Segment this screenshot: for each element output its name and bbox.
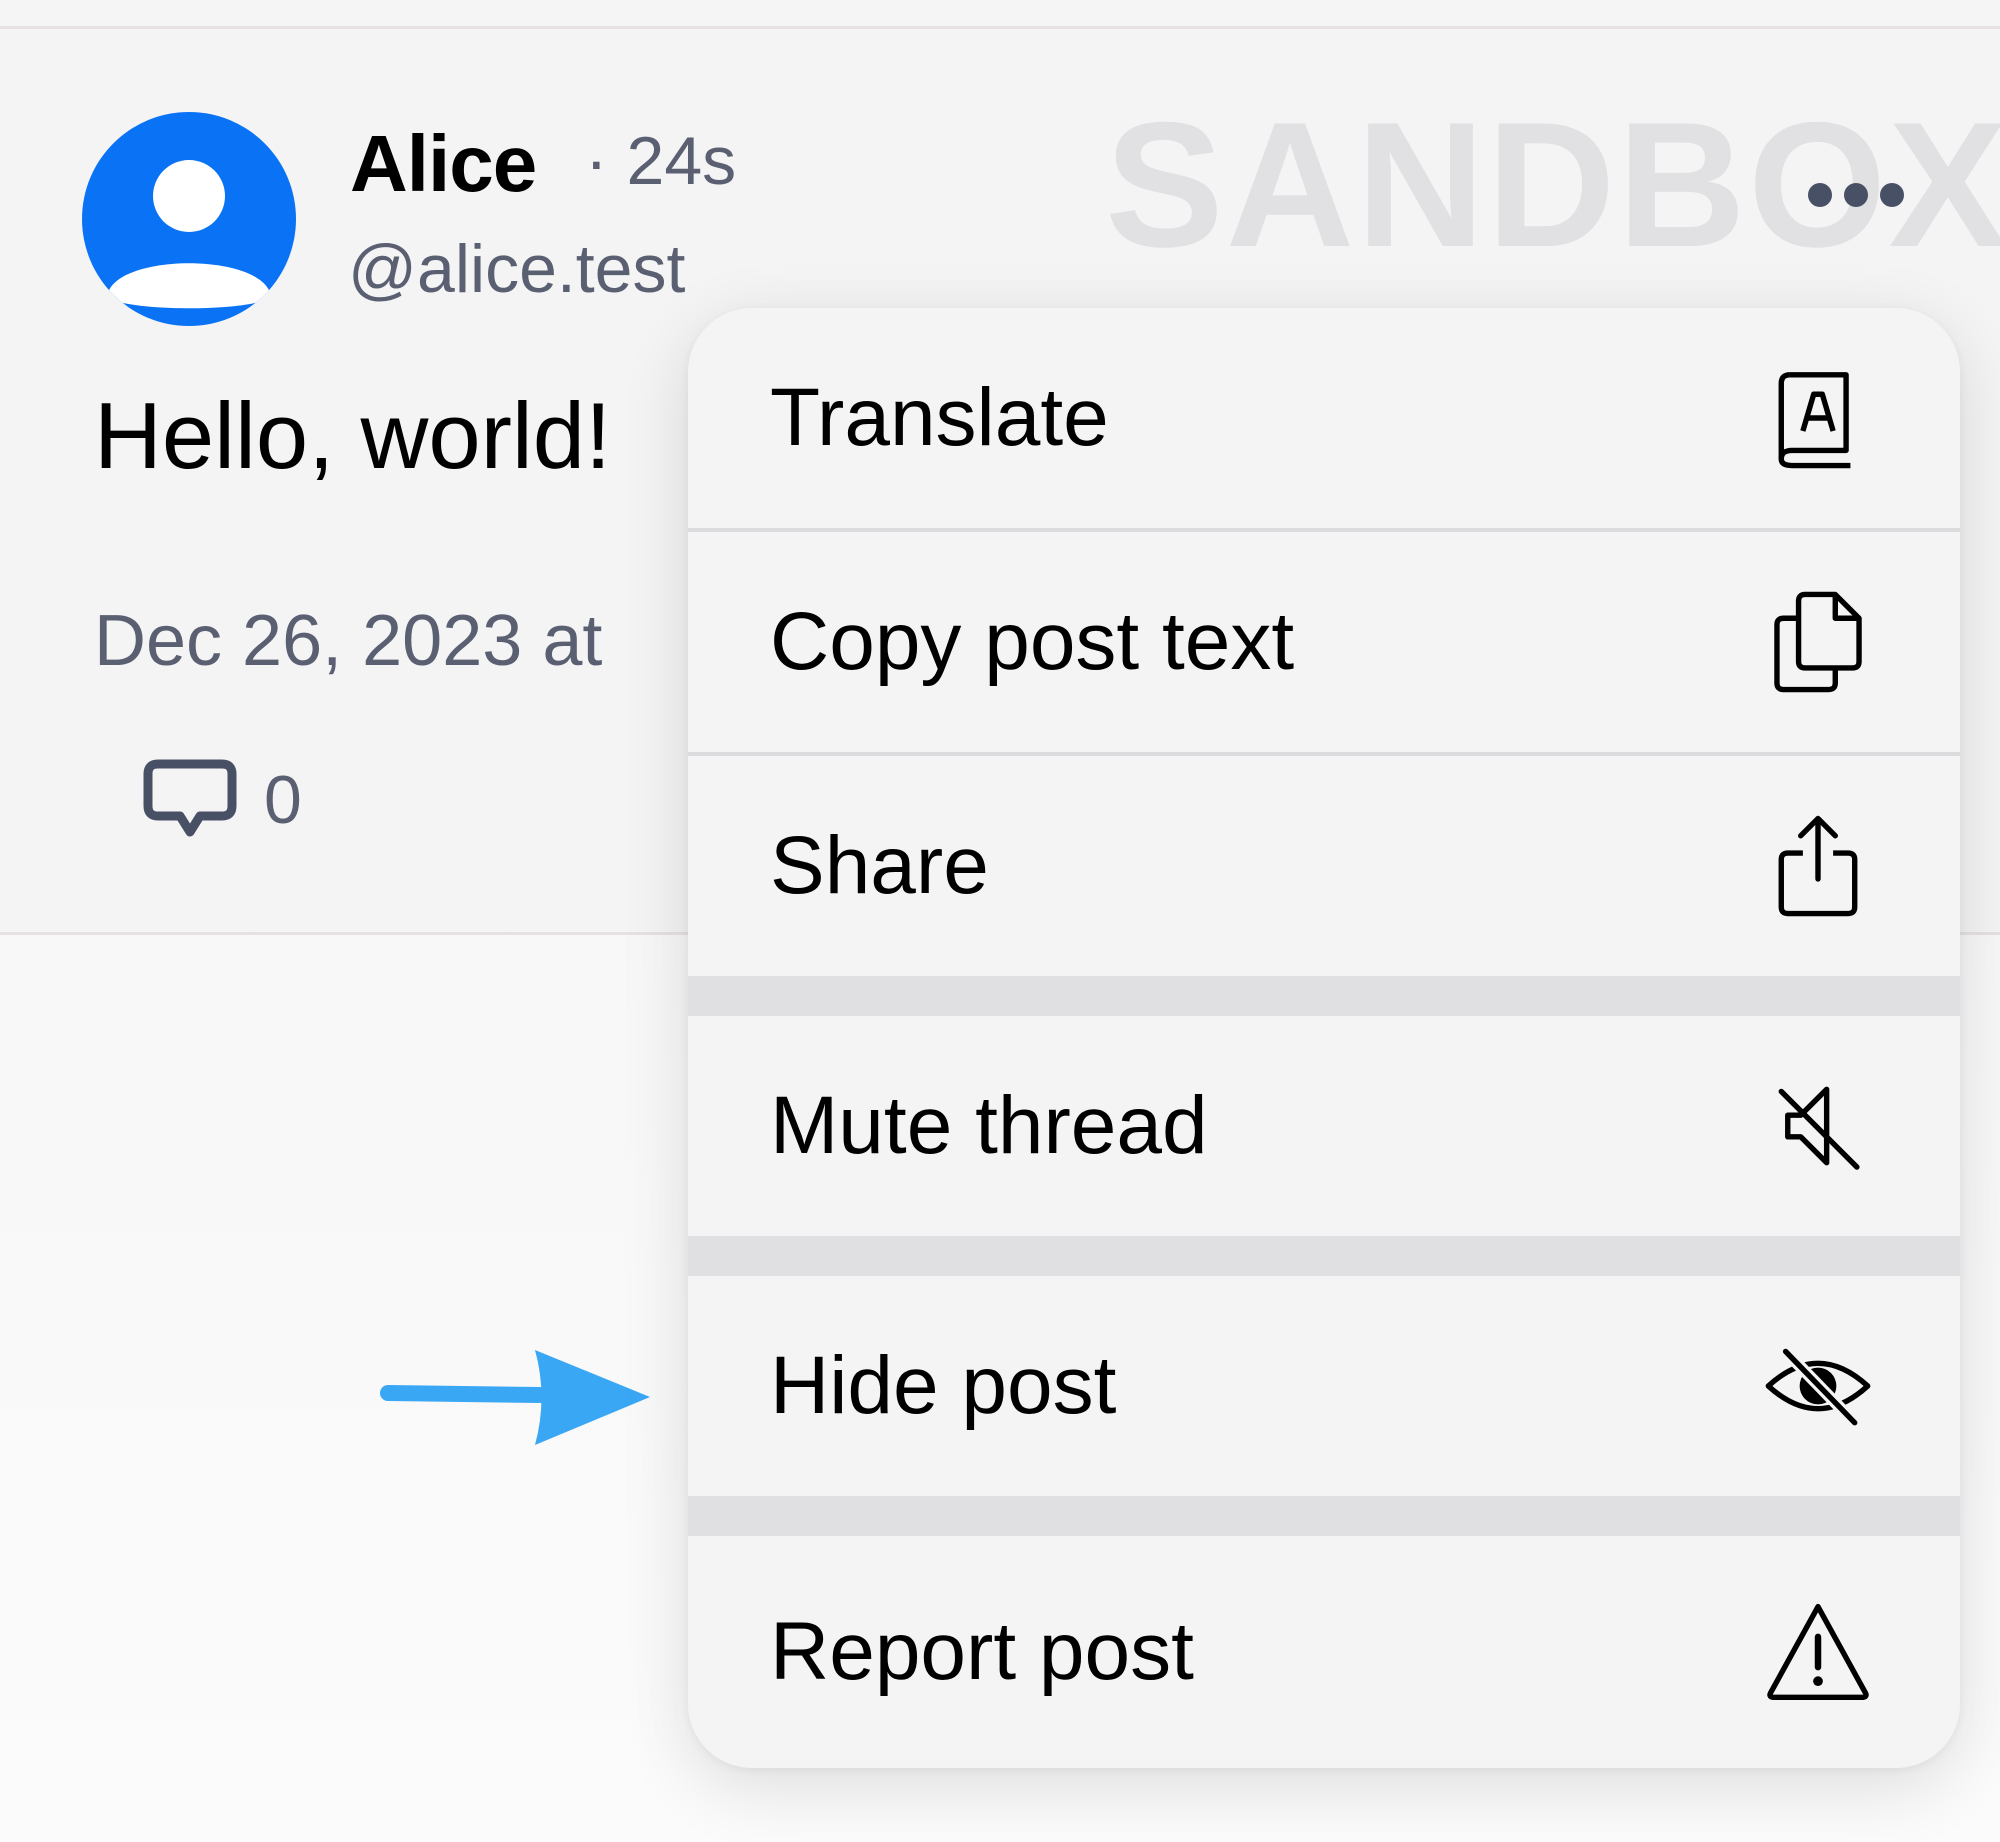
more-options-dot (1880, 183, 1904, 207)
more-options-button[interactable] (1808, 180, 1904, 210)
author-handle[interactable]: @alice.test (348, 230, 685, 308)
share-icon (1764, 812, 1872, 920)
menu-item-copy-post-text[interactable]: Copy post text (688, 532, 1960, 752)
menu-group-separator (688, 1496, 1960, 1536)
menu-item-label: Copy post text (770, 596, 1295, 687)
more-options-icon (1808, 183, 1832, 207)
warning-icon (1764, 1598, 1872, 1706)
post-date: Dec 26, 2023 at (94, 601, 603, 681)
menu-item-share[interactable]: Share (688, 756, 1960, 976)
user-avatar-icon (82, 112, 296, 326)
menu-item-label: Translate (770, 372, 1109, 463)
menu-item-mute-thread[interactable]: Mute thread (688, 1016, 1960, 1236)
post-time-ago: · 24s (585, 123, 737, 199)
menu-group-separator (688, 1236, 1960, 1276)
avatar[interactable] (82, 112, 296, 326)
post-context-menu: Translate Copy post text Share Mute thre… (688, 308, 1960, 1768)
menu-group-separator (688, 976, 1960, 1016)
reply-bubble-icon (143, 759, 237, 837)
menu-item-label: Share (770, 820, 989, 911)
menu-item-report-post[interactable]: Report post (688, 1536, 1960, 1768)
menu-item-label: Hide post (770, 1340, 1117, 1431)
translate-book-icon (1764, 364, 1872, 472)
menu-item-label: Report post (770, 1606, 1194, 1697)
eye-slash-icon (1764, 1332, 1872, 1440)
annotation-arrow-icon (380, 1345, 655, 1450)
menu-item-translate[interactable]: Translate (688, 308, 1960, 528)
reply-count: 0 (264, 762, 302, 838)
menu-item-label: Mute thread (770, 1080, 1208, 1171)
more-options-dot (1844, 183, 1868, 207)
copy-icon (1764, 588, 1872, 696)
page: Alice · 24s @alice.test SANDBOX Hello, w… (0, 0, 2000, 1842)
menu-item-hide-post[interactable]: Hide post (688, 1276, 1960, 1496)
reply-button[interactable]: 0 (140, 750, 302, 850)
mute-icon (1764, 1072, 1872, 1180)
post-text: Hello, world! (94, 383, 612, 488)
author-name[interactable]: Alice (350, 118, 537, 210)
